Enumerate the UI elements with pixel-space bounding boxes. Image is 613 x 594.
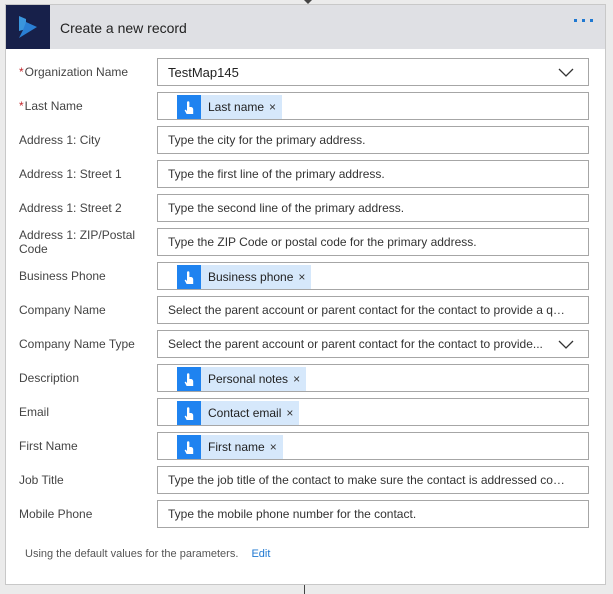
ellipsis-icon — [574, 19, 577, 22]
first-name-input[interactable]: First name × — [157, 432, 589, 460]
dynamic-content-token[interactable]: Business phone × — [177, 265, 312, 289]
form-row-organization-name: *Organization Name TestMap145 — [6, 58, 605, 86]
field-placeholder: Type the city for the primary address. — [168, 133, 366, 147]
form-row-company-name-type: Company Name Type Select the parent accou… — [6, 330, 605, 358]
last-name-input[interactable]: Last name × — [157, 92, 589, 120]
field-label-text: Last Name — [24, 99, 83, 113]
token-label: Business phone — [208, 270, 294, 284]
business-phone-input[interactable]: Business phone × — [157, 262, 589, 290]
field-label: Company Name Type — [19, 330, 159, 358]
remove-token-icon[interactable]: × — [269, 100, 282, 114]
field-label: Address 1: Street 2 — [19, 194, 159, 222]
field-placeholder: Select the parent account or parent cont… — [168, 303, 568, 317]
form-row-business-phone: Business Phone Business phone × — [6, 262, 605, 290]
field-label-text: Email — [19, 405, 50, 419]
field-label: Description — [19, 364, 159, 392]
field-label-text: Address 1: Street 2 — [19, 201, 122, 215]
field-label: Address 1: ZIP/Postal Code — [19, 228, 159, 256]
field-label-text: Job Title — [19, 473, 64, 487]
field-label-text: First Name — [19, 439, 78, 453]
address-1-city-input[interactable]: Type the city for the primary address. — [157, 126, 589, 154]
dynamic-content-token[interactable]: Personal notes × — [177, 367, 307, 391]
address-1-street-2-input[interactable]: Type the second line of the primary addr… — [157, 194, 589, 222]
chevron-down-icon[interactable] — [558, 67, 574, 81]
field-label: Email — [19, 398, 159, 426]
field-label-text: Business Phone — [19, 269, 106, 283]
description-input[interactable]: Personal notes × — [157, 364, 589, 392]
field-label: *Organization Name — [19, 58, 159, 86]
edit-link[interactable]: Edit — [251, 548, 270, 560]
dynamics-logo-icon — [6, 5, 50, 49]
field-placeholder: Type the job title of the contact to mak… — [168, 473, 568, 487]
chevron-down-icon[interactable] — [558, 339, 574, 353]
field-placeholder: Select the parent account or parent cont… — [168, 337, 543, 351]
field-label-text: Address 1: City — [19, 133, 101, 147]
field-label-text: Company Name Type — [19, 337, 135, 351]
form-row-address-1-street-1: Address 1: Street 1 Type the first line o… — [6, 160, 605, 188]
dynamic-content-token[interactable]: First name × — [177, 435, 283, 459]
field-label-text: Mobile Phone — [19, 507, 93, 521]
dynamic-content-hand-icon — [177, 367, 201, 391]
field-placeholder: Type the second line of the primary addr… — [168, 201, 405, 215]
form-row-last-name: *Last Name Last name × — [6, 92, 605, 120]
field-label: Address 1: City — [19, 126, 159, 154]
form-row-address-1-city: Address 1: City Type the city for the pri… — [6, 126, 605, 154]
dynamic-content-hand-icon — [177, 435, 201, 459]
token-label: First name — [208, 440, 265, 454]
more-options-button[interactable] — [574, 19, 593, 22]
token-label: Personal notes — [208, 372, 289, 386]
action-card: Create a new record *Organization Name Te… — [5, 4, 606, 585]
field-label: Business Phone — [19, 262, 159, 290]
field-label: Mobile Phone — [19, 500, 159, 528]
dynamic-content-token[interactable]: Last name × — [177, 95, 283, 119]
address-1-zip-postal-code-input[interactable]: Type the ZIP Code or postal code for the… — [157, 228, 589, 256]
form-row-job-title: Job Title Type the job title of the conta… — [6, 466, 605, 494]
token-label: Contact email — [208, 406, 282, 420]
mobile-phone-input[interactable]: Type the mobile phone number for the con… — [157, 500, 589, 528]
token-label: Last name — [208, 100, 265, 114]
field-placeholder: Type the first line of the primary addre… — [168, 167, 385, 181]
field-label: First Name — [19, 432, 159, 460]
footer-text: Using the default values for the paramet… — [25, 548, 239, 560]
dynamic-content-hand-icon — [177, 265, 201, 289]
form-row-address-1-zip-postal-code: Address 1: ZIP/Postal Code Type the ZIP C… — [6, 228, 605, 256]
remove-token-icon[interactable]: × — [270, 440, 283, 454]
form-row-description: Description Personal notes × — [6, 364, 605, 392]
field-value: TestMap145 — [168, 64, 239, 80]
dynamic-content-hand-icon — [177, 401, 201, 425]
organization-name-dropdown[interactable]: TestMap145 — [157, 58, 589, 86]
required-marker: * — [19, 99, 24, 113]
parameters-footer: Using the default values for the paramet… — [25, 548, 270, 560]
company-name-input[interactable]: Select the parent account or parent cont… — [157, 296, 589, 324]
dynamic-content-hand-icon — [177, 95, 201, 119]
field-label: Address 1: Street 1 — [19, 160, 159, 188]
job-title-input[interactable]: Type the job title of the contact to mak… — [157, 466, 589, 494]
required-marker: * — [19, 65, 24, 79]
card-header[interactable]: Create a new record — [6, 5, 605, 49]
form-row-first-name: First Name First name × — [6, 432, 605, 460]
company-name-type-dropdown[interactable]: Select the parent account or parent cont… — [157, 330, 589, 358]
card-title: Create a new record — [60, 20, 187, 36]
field-label: *Last Name — [19, 92, 159, 120]
remove-token-icon[interactable]: × — [298, 270, 311, 284]
field-label-text: Address 1: Street 1 — [19, 167, 122, 181]
field-label-text: Description — [19, 371, 80, 385]
remove-token-icon[interactable]: × — [293, 372, 306, 386]
field-label: Company Name — [19, 296, 159, 324]
form-row-company-name: Company Name Select the parent account or… — [6, 296, 605, 324]
field-placeholder: Type the mobile phone number for the con… — [168, 507, 417, 521]
field-label-text: Address 1: ZIP/Postal Code — [19, 228, 136, 256]
dynamic-content-token[interactable]: Contact email × — [177, 401, 300, 425]
form-row-mobile-phone: Mobile Phone Type the mobile phone number… — [6, 500, 605, 528]
email-input[interactable]: Contact email × — [157, 398, 589, 426]
form-row-email: Email Contact email × — [6, 398, 605, 426]
field-label-text: Organization Name — [24, 65, 129, 79]
field-label: Job Title — [19, 466, 159, 494]
form-row-address-1-street-2: Address 1: Street 2 Type the second line … — [6, 194, 605, 222]
flow-connector-line — [304, 585, 305, 594]
address-1-street-1-input[interactable]: Type the first line of the primary addre… — [157, 160, 589, 188]
remove-token-icon[interactable]: × — [286, 406, 299, 420]
field-label-text: Company Name — [19, 303, 106, 317]
field-placeholder: Type the ZIP Code or postal code for the… — [168, 235, 477, 249]
